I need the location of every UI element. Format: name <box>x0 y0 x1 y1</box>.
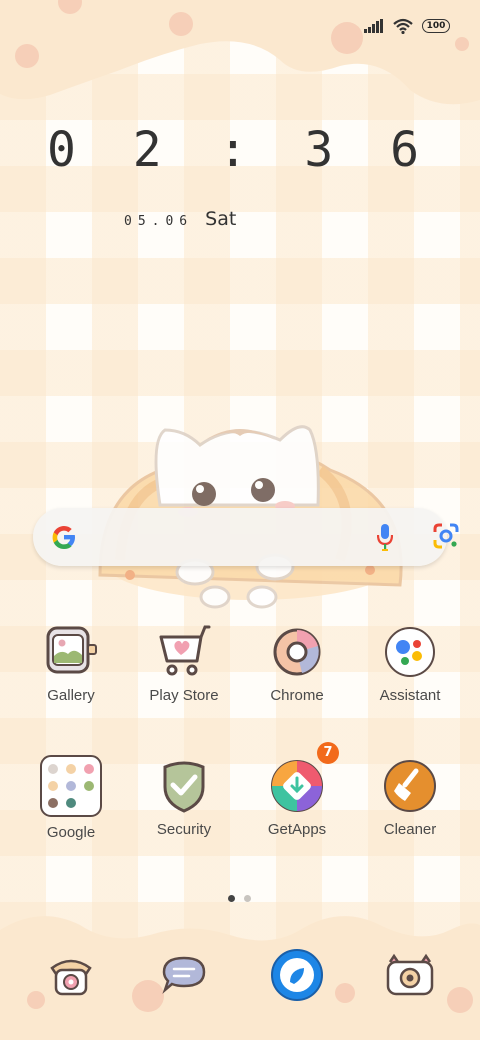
security-icon <box>163 761 205 813</box>
app-chrome[interactable]: Chrome <box>240 623 354 704</box>
play-store-icon <box>159 625 211 676</box>
cleaner-icon <box>384 760 436 812</box>
page-dot[interactable] <box>244 895 251 902</box>
signal-icon <box>364 19 383 33</box>
app-gallery[interactable]: Gallery <box>14 623 128 704</box>
app-label: Cleaner <box>383 821 437 838</box>
chrome-icon <box>273 628 321 676</box>
app-play-store[interactable]: Play Store <box>127 623 241 704</box>
app-getapps[interactable]: GetApps <box>240 757 354 838</box>
app-label: Google <box>46 824 96 841</box>
browser-icon[interactable] <box>270 948 324 1002</box>
clock-time[interactable]: 0 2 : 3 6 <box>0 122 480 178</box>
google-g-icon <box>52 526 75 549</box>
app-assistant[interactable]: Assistant <box>353 623 467 704</box>
messages-icon[interactable] <box>159 952 209 998</box>
page-dot-active[interactable] <box>228 895 235 902</box>
microphone-icon[interactable] <box>377 522 393 552</box>
clock-date-row: 05.06 Sat <box>124 208 236 230</box>
camera-icon[interactable] <box>384 952 436 998</box>
app-security[interactable]: Security <box>127 757 241 838</box>
getapps-icon <box>271 760 323 812</box>
page-indicator[interactable] <box>228 895 251 902</box>
clock-date: 05.06 <box>124 214 194 229</box>
gallery-icon <box>46 626 97 674</box>
home-screen: 100 0 2 : 3 6 05.06 Sat Gallery Play Sto… <box>0 0 480 1040</box>
app-cleaner[interactable]: Cleaner <box>353 757 467 838</box>
wifi-icon <box>393 18 413 34</box>
app-label: Assistant <box>379 687 441 704</box>
app-label: Security <box>156 821 212 838</box>
battery-icon: 100 <box>422 19 450 33</box>
notification-badge: 7 <box>317 742 339 764</box>
phone-icon[interactable] <box>46 950 96 1000</box>
app-google-folder[interactable]: Google <box>14 754 128 841</box>
google-lens-icon[interactable] <box>432 522 460 550</box>
status-bar: 100 <box>364 18 450 34</box>
google-folder-icon <box>40 755 102 817</box>
google-search-bar[interactable] <box>33 508 459 566</box>
assistant-icon <box>385 627 435 677</box>
app-label: Chrome <box>270 687 324 704</box>
app-label: Gallery <box>47 687 95 704</box>
app-label: GetApps <box>267 821 327 838</box>
app-label: Play Store <box>149 687 219 704</box>
clock-weekday: Sat <box>205 208 237 230</box>
